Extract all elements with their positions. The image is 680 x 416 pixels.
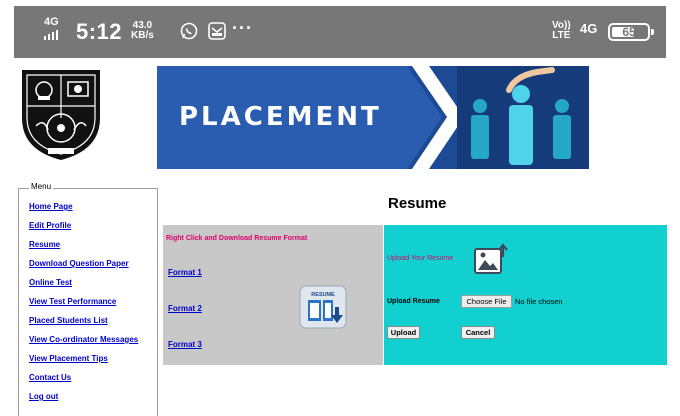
menu-item-download-question-paper[interactable]: Download Question Paper: [29, 259, 129, 268]
format-2-link[interactable]: Format 2: [168, 304, 202, 313]
network-speed: 43.0 KB/s: [131, 21, 154, 41]
placement-banner: PLACEMENT: [157, 66, 589, 169]
menu-item-contact-us[interactable]: Contact Us: [29, 373, 71, 382]
whatsapp-icon: [180, 22, 198, 40]
upload-resume-panel: Upload Your Resume Upload Resume Choose …: [384, 225, 667, 365]
college-logo: [18, 66, 104, 163]
resume-icon-label: RESUME: [311, 292, 335, 298]
resume-download-icon: RESUME: [299, 285, 347, 329]
menu-item-resume[interactable]: Resume: [29, 240, 60, 249]
file-status: No file chosen: [515, 297, 563, 306]
upload-button[interactable]: Upload: [387, 326, 420, 339]
battery-cap: [651, 29, 654, 35]
banner-title: PLACEMENT: [179, 102, 382, 132]
format-3-link[interactable]: Format 3: [168, 340, 202, 349]
upload-heading: Upload Your Resume: [387, 255, 454, 262]
signal-icon: [44, 30, 58, 40]
menu-item-home-page[interactable]: Home Page: [29, 202, 73, 211]
menu-item-online-test[interactable]: Online Test: [29, 278, 72, 287]
network-type-right: 4G: [580, 21, 598, 36]
menu-item-placed-students-list[interactable]: Placed Students List: [29, 316, 108, 325]
page-title: Resume: [388, 195, 447, 212]
resume-format-panel: Right Click and Download Resume Format F…: [163, 225, 383, 365]
more-notifications-icon: ···: [232, 18, 253, 38]
choose-file-button[interactable]: Choose File: [461, 295, 512, 308]
battery-icon: 65: [608, 23, 654, 41]
upload-resume-label: Upload Resume: [387, 298, 440, 305]
menu-item-log-out[interactable]: Log out: [29, 392, 58, 401]
menu-item-view-test-performance[interactable]: View Test Performance: [29, 297, 116, 306]
mail-icon: [208, 22, 226, 40]
speed-unit: KB/s: [131, 30, 154, 41]
format-1-link[interactable]: Format 1: [168, 268, 202, 277]
volte-indicator: Vo)) LTE: [552, 21, 571, 41]
format-heading: Right Click and Download Resume Format: [166, 235, 308, 242]
menu-legend: Menu: [29, 182, 54, 191]
image-upload-icon: [474, 243, 508, 274]
status-bar: 4G 5:12 43.0 KB/s ··· Vo)) LTE 4G 65: [14, 6, 666, 58]
network-type: 4G: [44, 16, 59, 28]
menu-item-edit-profile[interactable]: Edit Profile: [29, 221, 71, 230]
menu-item-view-placement-tips[interactable]: View Placement Tips: [29, 354, 108, 363]
cancel-button[interactable]: Cancel: [461, 326, 495, 339]
lte-label: LTE: [552, 30, 571, 41]
clock: 5:12: [76, 19, 123, 44]
menu-item-view-coordinator-messages[interactable]: View Co-ordinator Messages: [29, 335, 138, 344]
battery-level: 65: [622, 25, 636, 39]
side-menu: Menu Home Page Edit Profile Resume Downl…: [18, 182, 158, 416]
